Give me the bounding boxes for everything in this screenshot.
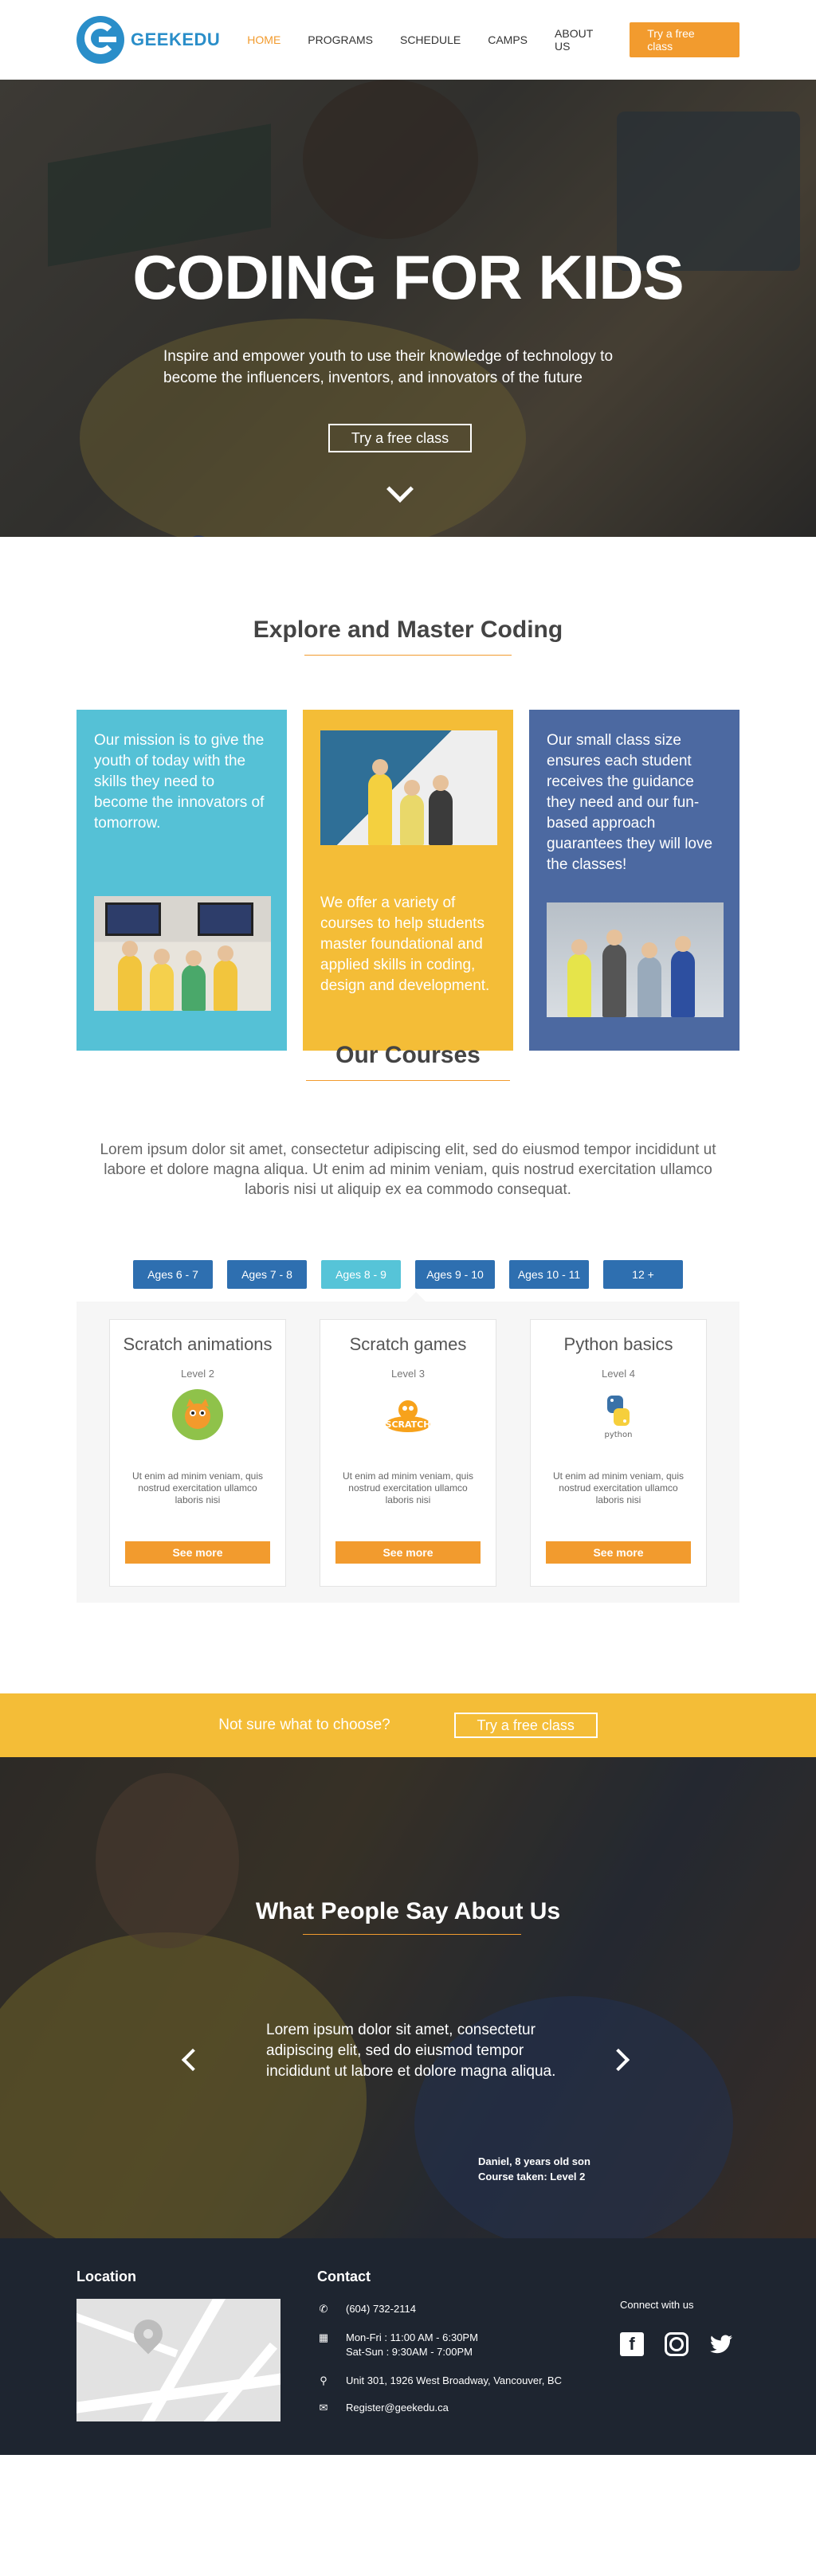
author-name: Daniel, 8 years old son <box>478 2155 590 2167</box>
course-name: Scratch games <box>349 1334 467 1354</box>
main-nav: HOME PROGRAMS SCHEDULE CAMPS ABOUT US Tr… <box>220 22 740 57</box>
scratch-cat-icon <box>172 1389 223 1440</box>
see-more-button[interactable]: See more <box>546 1541 691 1564</box>
divider <box>304 655 512 656</box>
course-description: Ut enim ad minim veniam, quis nostrud ex… <box>552 1470 685 1505</box>
scratch-logo-icon: SCRATCH <box>382 1389 434 1440</box>
nav-camps[interactable]: CAMPS <box>488 33 528 46</box>
course-panel: Scratch animations Level 2 Ut enim ad mi… <box>76 1292 740 1603</box>
python-caption: python <box>605 1431 633 1439</box>
nav-free-class-button[interactable]: Try a free class <box>630 22 740 57</box>
explore-title: Explore and Master Coding <box>253 617 563 643</box>
hero-subtitle: Inspire and empower youth to use their k… <box>163 348 614 386</box>
contact-hours: ▦ Mon-Fri : 11:00 AM - 6:30PM Sat-Sun : … <box>317 2331 478 2359</box>
mission-card: Our mission is to give the youth of toda… <box>76 710 287 1051</box>
graduation-photo <box>320 730 497 845</box>
site-header: GEEKEDU HOME PROGRAMS SCHEDULE CAMPS ABO… <box>0 0 816 80</box>
class-size-text: Our small class size ensures each studen… <box>547 732 713 873</box>
footer: Location Contact ✆ (604) 732-2114 ▦ Mon-… <box>0 2238 816 2455</box>
location-map[interactable] <box>76 2299 280 2421</box>
location-pin-icon: ⚲ <box>320 2374 328 2386</box>
course-card: Python basics Level 4 python Ut enim ad … <box>530 1319 707 1587</box>
cta-text: Not sure what to choose? <box>218 1717 390 1733</box>
age-tabs: Ages 6 - 7 Ages 7 - 8 Ages 8 - 9 Ages 9 … <box>0 1260 816 1289</box>
testimonials: What People Say About Us Lorem ipsum dol… <box>0 1757 816 2238</box>
courses-section: Our Courses Lorem ipsum dolor sit amet, … <box>0 1040 816 1603</box>
geekedu-logo-icon <box>76 16 124 64</box>
tab-ages-8-9[interactable]: Ages 8 - 9 <box>321 1260 401 1289</box>
divider <box>306 1080 510 1081</box>
courses-card: We offer a variety of courses to help st… <box>303 710 513 1051</box>
contact-email: ✉ Register@geekedu.ca <box>317 2401 449 2415</box>
connect-label: Connect with us <box>620 2299 694 2311</box>
contact-phone: ✆ (604) 732-2114 <box>317 2302 416 2316</box>
facebook-icon[interactable]: f <box>620 2332 644 2356</box>
testimonial-quote: Lorem ipsum dolor sit amet, consectetur … <box>266 2022 556 2080</box>
svg-text:SCRATCH: SCRATCH <box>386 1419 431 1430</box>
students-photo <box>94 896 271 1011</box>
course-level: Level 2 <box>181 1368 214 1380</box>
email[interactable]: Register@geekedu.ca <box>346 2401 449 2415</box>
class-size-card: Our small class size ensures each studen… <box>529 710 740 1051</box>
hours-weekday: Mon-Fri : 11:00 AM - 6:30PM <box>346 2331 478 2343</box>
course-level: Level 3 <box>391 1368 425 1380</box>
python-logo-icon: python <box>593 1389 644 1440</box>
envelope-icon: ✉ <box>319 2402 328 2414</box>
course-description: Ut enim ad minim veniam, quis nostrud ex… <box>342 1470 474 1505</box>
location-title: Location <box>76 2269 136 2284</box>
twitter-icon[interactable] <box>709 2332 733 2356</box>
address: Unit 301, 1926 West Broadway, Vancouver,… <box>346 2374 562 2386</box>
nav-about-us[interactable]: ABOUT US <box>555 27 610 53</box>
mission-text: Our mission is to give the youth of toda… <box>94 732 265 832</box>
social-links: f <box>620 2332 733 2356</box>
hero-title: CODING FOR KIDS <box>132 242 684 312</box>
contact-title: Contact <box>317 2269 371 2284</box>
courses-text: We offer a variety of courses to help st… <box>320 895 490 994</box>
courses-intro: Lorem ipsum dolor sit amet, consectetur … <box>100 1141 716 1198</box>
course-card: Scratch games Level 3 SCRATCH Ut enim ad… <box>320 1319 496 1587</box>
author-course: Course taken: Level 2 <box>478 2171 586 2183</box>
testimonials-title: What People Say About Us <box>255 1898 561 1924</box>
tab-ages-9-10[interactable]: Ages 9 - 10 <box>415 1260 495 1289</box>
cta-free-class-button[interactable]: Try a free class <box>453 1713 598 1738</box>
course-name: Scratch animations <box>123 1334 273 1354</box>
course-level: Level 4 <box>602 1368 635 1380</box>
nav-programs[interactable]: PROGRAMS <box>308 33 373 46</box>
see-more-button[interactable]: See more <box>335 1541 481 1564</box>
logo[interactable]: GEEKEDU <box>76 16 220 64</box>
hero: Code My Future CODING FOR KIDS Inspire a… <box>0 80 816 537</box>
tab-ages-7-8[interactable]: Ages 7 - 8 <box>227 1260 307 1289</box>
course-description: Ut enim ad minim veniam, quis nostrud ex… <box>131 1470 264 1505</box>
brand-name: GEEKEDU <box>131 29 221 49</box>
hero-free-class-button[interactable]: Try a free class <box>328 424 472 452</box>
course-card: Scratch animations Level 2 Ut enim ad mi… <box>109 1319 286 1587</box>
tab-ages-10-11[interactable]: Ages 10 - 11 <box>509 1260 589 1289</box>
see-more-button[interactable]: See more <box>125 1541 270 1564</box>
course-name: Python basics <box>563 1334 673 1354</box>
instagram-icon[interactable] <box>665 2332 688 2356</box>
divider <box>303 1934 521 1935</box>
kids-group-photo <box>547 902 724 1017</box>
phone-number[interactable]: (604) 732-2114 <box>346 2302 416 2316</box>
calendar-icon: ▦ <box>318 2331 329 2343</box>
cta-band: Not sure what to choose? Try a free clas… <box>0 1693 816 1757</box>
nav-home[interactable]: HOME <box>247 33 280 46</box>
tab-ages-6-7[interactable]: Ages 6 - 7 <box>133 1260 213 1289</box>
hours-weekend: Sat-Sun : 9:30AM - 7:00PM <box>346 2346 473 2358</box>
phone-icon: ✆ <box>319 2303 328 2315</box>
explore-section: Explore and Master Coding Our mission is… <box>0 537 816 1051</box>
contact-address: ⚲ Unit 301, 1926 West Broadway, Vancouve… <box>317 2374 562 2388</box>
nav-schedule[interactable]: SCHEDULE <box>400 33 461 46</box>
testimonial-author: Daniel, 8 years old son Course taken: Le… <box>478 2154 590 2184</box>
tab-ages-12-plus[interactable]: 12 + <box>603 1260 683 1289</box>
